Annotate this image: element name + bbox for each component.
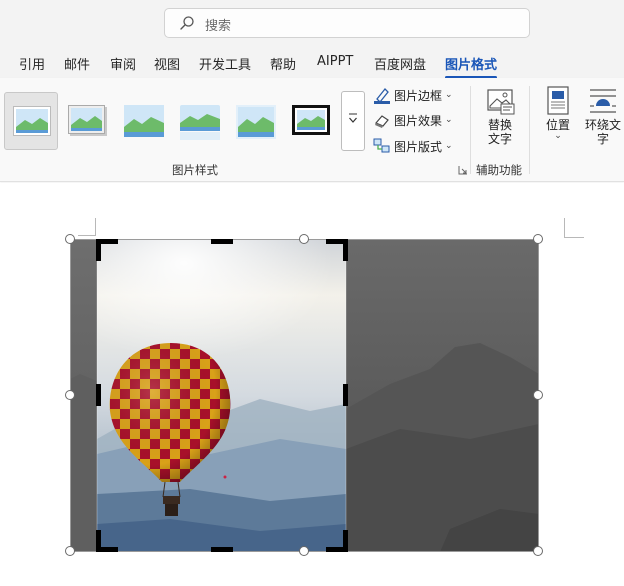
tab-references[interactable]: 引用 bbox=[19, 54, 45, 73]
search-box[interactable]: 搜索 bbox=[164, 8, 530, 38]
search-placeholder: 搜索 bbox=[205, 19, 232, 34]
resize-handle-bottom-middle[interactable] bbox=[299, 546, 309, 556]
crop-handle-bottom-right-v[interactable] bbox=[343, 530, 348, 552]
group-separator bbox=[529, 86, 530, 174]
resize-handle-top-right[interactable] bbox=[533, 234, 543, 244]
picture-border-label: 图片边框 bbox=[394, 88, 443, 103]
picture-layout-button[interactable]: 图片版式 ⌄ bbox=[373, 135, 453, 157]
tab-picture-format[interactable]: 图片格式 bbox=[445, 54, 498, 79]
wrap-text-label-line1: 环绕文 bbox=[584, 118, 621, 132]
crop-handle-top-left-v[interactable] bbox=[96, 239, 101, 261]
picture-style-thumbnail-icon bbox=[180, 105, 220, 140]
crop-handle-top-right-v[interactable] bbox=[343, 239, 348, 261]
pen-border-icon bbox=[374, 88, 390, 104]
crop-handle-top-middle[interactable] bbox=[211, 239, 233, 244]
resize-handle-left-middle[interactable] bbox=[65, 390, 75, 400]
chevron-down-icon: ⌄ bbox=[554, 131, 562, 141]
picture-style-thumbnail-icon bbox=[292, 105, 330, 135]
wrap-text-label-line2: 字 bbox=[596, 132, 609, 146]
position-label: 位置 bbox=[545, 118, 570, 132]
crop-handle-bottom-left-v[interactable] bbox=[96, 530, 101, 552]
picture-effects-button[interactable]: 图片效果 ⌄ bbox=[373, 109, 453, 131]
ribbon: 图片样式 图片边框 ⌄ 图片效果 ⌄ 图片版式 ⌄ 替换 文字 辅助功能 位置 … bbox=[0, 78, 624, 182]
picture-styles-gallery bbox=[4, 92, 340, 150]
picture-layout-icon bbox=[373, 138, 390, 153]
gallery-expand-icon bbox=[349, 113, 357, 123]
title-bar: 搜索 bbox=[0, 0, 624, 48]
picture-style-shadow-frame[interactable] bbox=[60, 92, 114, 150]
picture-layout-label: 图片版式 bbox=[394, 139, 443, 154]
alt-text-label-line1: 替换 bbox=[487, 118, 512, 132]
picture-style-thumbnail-icon bbox=[13, 106, 51, 136]
ribbon-tabs: 引用 邮件 审阅 视图 开发工具 帮助 AIPPT 百度网盘 图片格式 bbox=[0, 48, 624, 79]
alt-text-button[interactable]: 替换 文字 bbox=[480, 88, 520, 146]
resize-handle-bottom-right[interactable] bbox=[533, 546, 543, 556]
picture-style-simple-frame[interactable] bbox=[4, 92, 58, 150]
alt-text-icon bbox=[487, 89, 515, 115]
chevron-down-icon: ⌄ bbox=[445, 115, 453, 125]
group-separator bbox=[470, 86, 471, 174]
position-icon bbox=[547, 86, 569, 115]
page-margin-mark-left bbox=[78, 218, 96, 236]
dialog-launcher-icon[interactable] bbox=[458, 165, 468, 175]
picture-effects-icon bbox=[375, 115, 389, 128]
picture-style-soft-glow[interactable] bbox=[228, 92, 282, 150]
picture-style-reflected[interactable] bbox=[172, 92, 226, 150]
picture-border-button[interactable]: 图片边框 ⌄ bbox=[373, 84, 453, 106]
chevron-down-icon: ⌄ bbox=[445, 90, 453, 100]
crop-handle-right-middle[interactable] bbox=[343, 384, 348, 406]
picture-effects-label: 图片效果 bbox=[394, 113, 443, 128]
accessibility-group-label: 辅助功能 bbox=[476, 163, 522, 177]
tab-baidu-netdisk[interactable]: 百度网盘 bbox=[374, 54, 426, 73]
picture-style-thumbnail-icon bbox=[236, 105, 276, 139]
resize-handle-bottom-left[interactable] bbox=[65, 546, 75, 556]
picture-styles-group-label: 图片样式 bbox=[172, 163, 218, 177]
resize-handle-right-middle[interactable] bbox=[533, 390, 543, 400]
search-icon bbox=[180, 16, 194, 30]
alt-text-label-line2: 文字 bbox=[487, 132, 512, 146]
crop-handle-left-middle[interactable] bbox=[96, 384, 101, 406]
tab-aippt[interactable]: AIPPT bbox=[317, 54, 353, 69]
cropped-picture[interactable] bbox=[70, 239, 539, 552]
wrap-text-button[interactable]: 环绕文 字 bbox=[582, 86, 624, 146]
picture-style-thumbnail-icon bbox=[124, 105, 164, 137]
crop-handle-bottom-middle[interactable] bbox=[211, 547, 233, 552]
picture-style-thick-black-frame[interactable] bbox=[284, 92, 338, 150]
picture-style-soft-edge[interactable] bbox=[116, 92, 170, 150]
wrap-text-icon bbox=[590, 89, 616, 113]
resize-handle-top-left[interactable] bbox=[65, 234, 75, 244]
resize-handle-top-middle[interactable] bbox=[299, 234, 309, 244]
gallery-more-button[interactable] bbox=[341, 91, 365, 151]
tab-help[interactable]: 帮助 bbox=[270, 54, 296, 73]
tab-view[interactable]: 视图 bbox=[154, 54, 180, 73]
picture-style-thumbnail-icon bbox=[68, 105, 107, 136]
position-button[interactable]: 位置 ⌄ bbox=[540, 86, 576, 141]
page-margin-mark-right bbox=[564, 218, 584, 238]
tab-mailings[interactable]: 邮件 bbox=[64, 54, 90, 73]
tab-review[interactable]: 审阅 bbox=[110, 54, 136, 73]
tab-developer[interactable]: 开发工具 bbox=[199, 54, 251, 73]
chevron-down-icon: ⌄ bbox=[445, 141, 453, 151]
